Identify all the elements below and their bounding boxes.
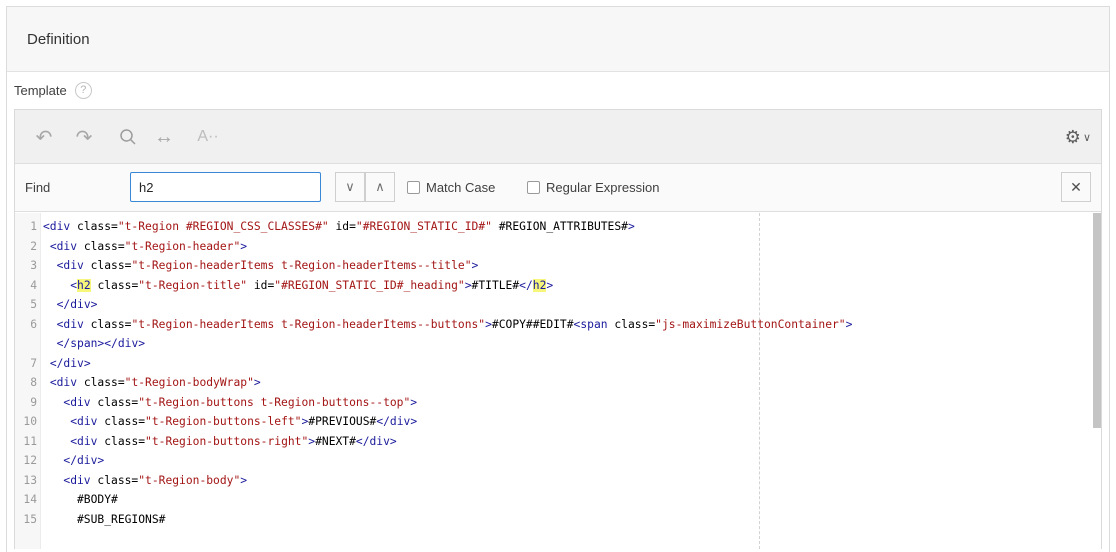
code-line: 4 <h2 class="t-Region-title" id="#REGION…: [15, 276, 1101, 296]
line-source: <h2 class="t-Region-title" id="#REGION_S…: [70, 278, 554, 292]
line-number: 13: [23, 473, 37, 487]
code-line: 10 <div class="t-Region-buttons-left">#P…: [15, 412, 1101, 432]
undo-icon[interactable]: ↶: [29, 122, 59, 152]
line-number: 1: [30, 220, 37, 233]
code-line: 7 </div>: [15, 354, 1101, 374]
code-line: 15 #SUB_REGIONS#: [15, 510, 1101, 530]
help-icon[interactable]: ?: [74, 81, 92, 99]
checkbox-box[interactable]: [407, 181, 420, 194]
find-prev-button[interactable]: ∧: [365, 172, 395, 202]
line-source: <div class="t-Region-buttons-left">#PREV…: [70, 415, 418, 428]
vertical-scrollbar[interactable]: [1093, 213, 1101, 428]
line-source: </span></div>: [56, 337, 146, 350]
autocomplete-icon[interactable]: A··: [193, 122, 223, 152]
code-line: 5 </div>: [15, 295, 1101, 315]
find-input[interactable]: [130, 172, 321, 202]
code-line: 14 #BODY#: [15, 490, 1101, 510]
line-source: <div class="t-Region-bodyWrap">: [49, 376, 261, 389]
line-source: <div class="t-Region-headerItems t-Regio…: [56, 259, 479, 272]
code-line: 12 </div>: [15, 451, 1101, 471]
find-label: Find: [25, 180, 51, 195]
line-number: 11: [23, 434, 37, 448]
match-case-checkbox[interactable]: Match Case: [407, 180, 495, 195]
find-next-button[interactable]: ∨: [335, 172, 365, 202]
template-label-row: Template ?: [14, 79, 92, 101]
replace-icon[interactable]: ↔: [149, 122, 179, 152]
line-source: <div class="t-Region-buttons-right">#NEX…: [70, 434, 397, 448]
close-icon: ✕: [1070, 178, 1082, 195]
line-number: 6: [30, 317, 37, 331]
line-number: [15, 334, 41, 354]
line-number: 14: [23, 493, 37, 506]
code-line: </span></div>: [15, 334, 1101, 354]
line-number: 2: [30, 239, 37, 253]
find-bar: Find ∨ ∧ Match Case Regular Expression ✕: [15, 164, 1101, 212]
chevron-down-icon: ∨: [1082, 131, 1091, 144]
line-number: 3: [30, 259, 37, 272]
code-line: 11 <div class="t-Region-buttons-right">#…: [15, 432, 1101, 452]
line-number: 10: [23, 415, 37, 428]
code-editor: ↶ ↷ ↔ A·· ⚙ ∨ Find ∨ ∧ Match Case Regula…: [14, 109, 1102, 549]
regex-checkbox[interactable]: Regular Expression: [527, 180, 659, 195]
line-source: <div class="t-Region #REGION_CSS_CLASSES…: [43, 220, 635, 233]
line-number: 7: [30, 356, 37, 370]
regex-label: Regular Expression: [546, 180, 660, 195]
line-source: #BODY#: [43, 493, 118, 506]
code-line: 1 <div class="t-Region #REGION_CSS_CLASSE…: [15, 217, 1101, 237]
chevron-down-icon: ∨: [345, 179, 355, 194]
line-source: </div>: [56, 298, 98, 311]
line-source: #SUB_REGIONS#: [43, 512, 166, 526]
code-line: 13 <div class="t-Region-body">: [15, 471, 1101, 491]
line-source: <div class="t-Region-buttons t-Region-bu…: [63, 395, 418, 409]
gear-icon: ⚙: [1064, 126, 1081, 147]
close-find-button[interactable]: ✕: [1061, 172, 1091, 202]
line-source: <div class="t-Region-header">: [49, 239, 248, 253]
code-line: 8 <div class="t-Region-bodyWrap">: [15, 373, 1101, 393]
code-area[interactable]: 1 <div class="t-Region #REGION_CSS_CLASSE…: [15, 213, 1101, 549]
template-label: Template: [14, 82, 67, 98]
line-number: 9: [30, 395, 37, 409]
checkbox-box[interactable]: [527, 181, 540, 194]
search-icon[interactable]: [113, 122, 143, 152]
line-number: 4: [30, 278, 37, 292]
line-source: <div class="t-Region-headerItems t-Regio…: [56, 317, 853, 331]
code-lines: 1 <div class="t-Region #REGION_CSS_CLASSE…: [15, 217, 1101, 529]
line-source: <div class="t-Region-body">: [63, 473, 248, 487]
line-source: </div>: [63, 454, 105, 467]
line-source: </div>: [49, 356, 91, 370]
region-title: Definition: [27, 30, 90, 48]
region-header: Definition: [7, 7, 1109, 72]
redo-icon[interactable]: ↷: [69, 122, 99, 152]
editor-toolbar: ↶ ↷ ↔ A·· ⚙ ∨: [15, 110, 1101, 164]
chevron-up-icon: ∧: [375, 179, 385, 194]
line-number: 8: [30, 376, 37, 389]
code-line: 3 <div class="t-Region-headerItems t-Reg…: [15, 256, 1101, 276]
line-number: 12: [23, 454, 37, 467]
code-line: 9 <div class="t-Region-buttons t-Region-…: [15, 393, 1101, 413]
match-case-label: Match Case: [426, 180, 496, 195]
code-line: 2 <div class="t-Region-header">: [15, 237, 1101, 257]
code-line: 6 <div class="t-Region-headerItems t-Reg…: [15, 315, 1101, 335]
line-number: 5: [30, 298, 37, 311]
line-number: 15: [23, 512, 37, 526]
settings-menu-button[interactable]: ⚙ ∨: [1065, 124, 1091, 150]
